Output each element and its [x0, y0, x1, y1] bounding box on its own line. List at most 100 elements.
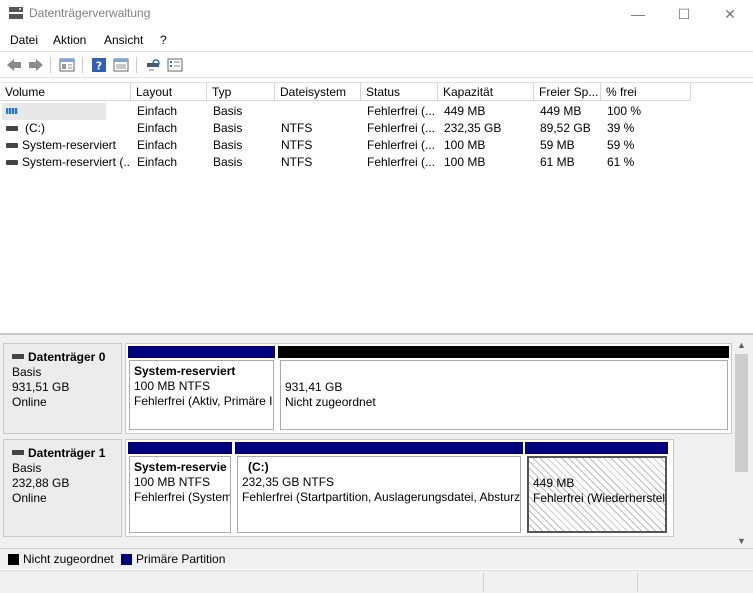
table-row[interactable]: System-reserviert (... Einfach Basis NTF… [0, 154, 753, 171]
cell-layout: Einfach [137, 121, 178, 135]
recovery-volume-icon [6, 108, 18, 114]
partition-system-reserviert[interactable]: System-reservie 100 MB NTFS Fehlerfrei (… [126, 440, 234, 536]
partition-details: System-reservie 100 MB NTFS Fehlerfrei (… [129, 456, 231, 533]
disk-1-size: 232,88 GB [12, 476, 70, 490]
close-button[interactable]: ✕ [707, 0, 753, 28]
column-header-dateisystem[interactable]: Dateisystem [275, 83, 361, 101]
column-header-kapazitaet[interactable]: Kapazität [438, 83, 534, 101]
legend-bar: Nicht zugeordnet Primäre Partition [0, 548, 753, 569]
back-button[interactable] [4, 56, 23, 74]
cell-typ: Basis [213, 138, 243, 152]
column-header-status[interactable]: Status [361, 83, 438, 101]
table-row[interactable]: Einfach Basis Fehlerfrei (... 449 MB 449… [0, 103, 753, 120]
cell-typ: Basis [213, 121, 243, 135]
scroll-thumb[interactable] [735, 354, 748, 472]
cell-freier-speicher: 59 MB [540, 138, 575, 152]
partition-recovery[interactable]: 449 MB Fehlerfrei (Wiederherstel [524, 440, 670, 536]
disk-1-type: Basis [12, 461, 42, 475]
vertical-scrollbar[interactable]: ▲ ▼ [733, 337, 750, 548]
primary-partition-bar [235, 442, 523, 454]
legend-unallocated: Nicht zugeordnet [23, 552, 114, 566]
drive-icon [6, 143, 18, 148]
toolbar: ? [0, 51, 753, 78]
table-row[interactable]: System-reserviert Einfach Basis NTFS Feh… [0, 137, 753, 154]
column-header-volume[interactable]: Volume [0, 83, 131, 101]
menu-help[interactable]: ? [160, 33, 167, 47]
partition-unallocated[interactable]: 931,41 GB Nicht zugeordnet [277, 344, 731, 433]
cell-status: Fehlerfrei (... [367, 155, 436, 169]
cell-volume: System-reserviert (... [22, 155, 130, 169]
partition-c-drive[interactable]: (C:) 232,35 GB NTFS Fehlerfrei (Startpar… [234, 440, 524, 536]
disk-0-partitions: System-reserviert 100 MB NTFS Fehlerfrei… [125, 343, 732, 434]
partition-details: (C:) 232,35 GB NTFS Fehlerfrei (Startpar… [237, 456, 521, 533]
cell-volume: System-reserviert [22, 138, 117, 152]
disk-icon [12, 354, 24, 359]
disk-1-name: Datenträger 1 [12, 446, 121, 461]
help-button[interactable]: ? [89, 56, 108, 74]
volume-list: Volume Layout Typ Dateisystem Status Kap… [0, 82, 753, 330]
cell-prozent-frei: 59 % [607, 138, 635, 152]
cell-kapazitaet: 449 MB [444, 104, 486, 118]
menu-aktion[interactable]: Aktion [53, 33, 86, 47]
cell-freier-speicher: 89,52 GB [540, 121, 591, 135]
menu-bar: Datei Aktion Ansicht ? [0, 30, 753, 50]
status-bar [0, 570, 753, 593]
cell-prozent-frei: 61 % [607, 155, 635, 169]
drive-icon [6, 160, 18, 165]
minimize-icon: — [631, 6, 645, 22]
cell-kapazitaet: 100 MB [444, 138, 486, 152]
primary-partition-bar [128, 346, 275, 358]
help-icon: ? [91, 58, 106, 73]
partition-system-reserviert[interactable]: System-reserviert 100 MB NTFS Fehlerfrei… [126, 344, 277, 433]
disk-0-size: 931,51 GB [12, 380, 70, 394]
table-row[interactable]: (C:) Einfach Basis NTFS Fehlerfrei (... … [0, 120, 753, 137]
close-icon: ✕ [724, 5, 736, 22]
column-header-typ[interactable]: Typ [207, 83, 275, 101]
list-view-button[interactable] [165, 56, 184, 74]
rescan-button[interactable] [143, 56, 162, 74]
view-button[interactable] [111, 56, 130, 74]
cell-freier-speicher: 61 MB [540, 155, 575, 169]
column-header-freier-speicher[interactable]: Freier Sp... [534, 83, 601, 101]
column-header-prozent-frei[interactable]: % frei [601, 83, 691, 101]
primary-partition-bar [525, 442, 668, 454]
partition-details-selected: 449 MB Fehlerfrei (Wiederherstel [527, 456, 667, 533]
forward-button[interactable] [26, 56, 45, 74]
back-icon [6, 59, 21, 71]
cell-kapazitaet: 100 MB [444, 155, 486, 169]
disk-0-name: Datenträger 0 [12, 350, 121, 365]
disk-1-label[interactable]: Datenträger 1 Basis 232,88 GB Online [3, 439, 122, 537]
cell-layout: Einfach [137, 138, 178, 152]
cell-layout: Einfach [137, 155, 178, 169]
maximize-button[interactable]: ☐ [661, 0, 707, 28]
properties-icon [59, 58, 74, 72]
disk-1-state: Online [12, 491, 47, 505]
scroll-down-arrow[interactable]: ▼ [733, 533, 750, 548]
list-icon [167, 58, 182, 72]
disk-management-app-icon [9, 7, 23, 19]
cell-layout: Einfach [137, 104, 178, 118]
disk-graphical-view: Datenträger 0 Basis 931,51 GB Online Sys… [0, 333, 753, 548]
cell-prozent-frei: 39 % [607, 121, 635, 135]
view-icon [113, 58, 128, 72]
drive-icon [6, 126, 18, 131]
status-separator [483, 573, 484, 592]
cell-volume: (C:) [25, 121, 45, 135]
menu-ansicht[interactable]: Ansicht [104, 33, 143, 47]
column-header-layout[interactable]: Layout [131, 83, 207, 101]
disk-icon [12, 450, 24, 455]
cell-dateisystem: NTFS [281, 138, 313, 152]
scroll-up-arrow[interactable]: ▲ [733, 337, 750, 352]
primary-partition-bar [128, 442, 232, 454]
partition-details: 931,41 GB Nicht zugeordnet [280, 360, 728, 430]
forward-icon [28, 59, 43, 71]
status-separator [637, 573, 638, 592]
menu-datei[interactable]: Datei [10, 33, 38, 47]
minimize-button[interactable]: — [615, 0, 661, 28]
disk-0-label[interactable]: Datenträger 0 Basis 931,51 GB Online [3, 343, 122, 434]
title-bar: Datenträgerverwaltung — ☐ ✕ [0, 0, 753, 28]
properties-button[interactable] [57, 56, 76, 74]
cell-status: Fehlerfrei (... [367, 104, 436, 118]
cell-status: Fehlerfrei (... [367, 121, 436, 135]
window-title: Datenträgerverwaltung [29, 6, 151, 20]
